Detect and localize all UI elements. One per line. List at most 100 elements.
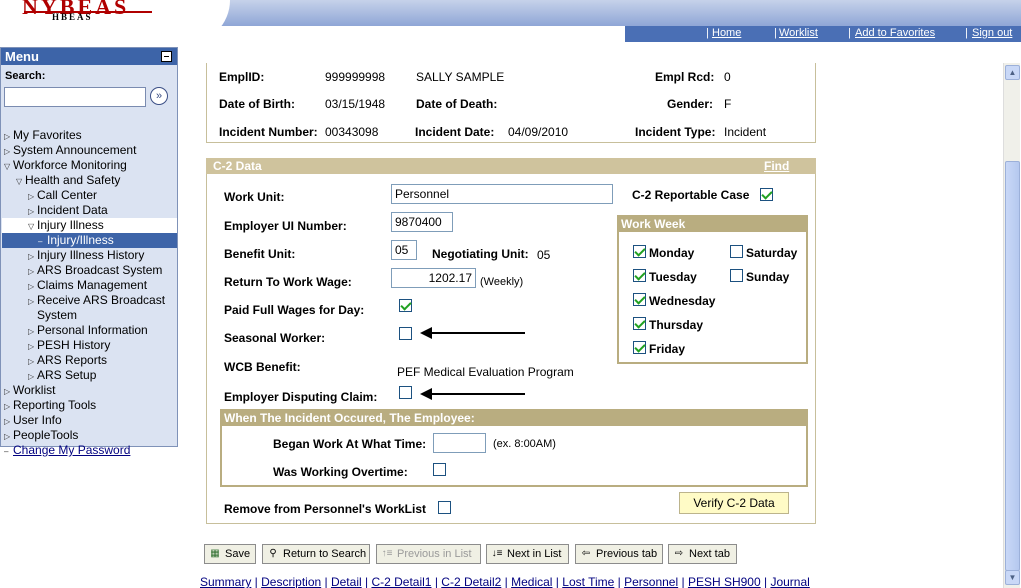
menu-item-injury-illness[interactable]: – Injury/Illness xyxy=(2,233,177,248)
menu-item-receive-ars-broadcast[interactable]: ▷ Receive ARS Broadcast xyxy=(28,293,165,308)
monday-checkbox[interactable] xyxy=(633,245,646,258)
work-unit-input[interactable]: Personnel xyxy=(391,184,613,204)
menu-item-incident-data[interactable]: ▷ Incident Data xyxy=(28,203,108,218)
saturday-checkbox[interactable] xyxy=(730,245,743,258)
tab-separator: | xyxy=(251,575,262,588)
menu-item-workforce-monitoring[interactable]: ▽ Workforce Monitoring xyxy=(4,158,127,173)
incident-date-label: Incident Date: xyxy=(415,125,495,139)
menu-item-label: System xyxy=(37,308,78,322)
benefit-unit-input[interactable]: 05 xyxy=(391,240,417,260)
tab-separator: | xyxy=(361,575,372,588)
incident-type-label: Incident Type: xyxy=(635,125,716,139)
menu-item-change-my-password[interactable]: – Change My Password xyxy=(4,443,130,458)
menu-item-claims-management[interactable]: ▷ Claims Management xyxy=(28,278,147,293)
previous-in-list-button[interactable]: ↑≡ Previous in List xyxy=(376,544,481,564)
began-work-input[interactable] xyxy=(433,433,486,453)
menu-item-label: System Announcement xyxy=(13,143,137,157)
nybeas-logo: NYBEAS HBEAS xyxy=(22,0,154,30)
previous-tab-button[interactable]: ⇦ Previous tab xyxy=(575,544,663,564)
nav-separator: | xyxy=(848,27,851,39)
menu-item-system-announcement[interactable]: ▷ System Announcement xyxy=(4,143,136,158)
search-input[interactable] xyxy=(4,87,146,107)
thursday-checkbox[interactable] xyxy=(633,317,646,330)
search-icon: ⚲ xyxy=(269,548,277,559)
find-link[interactable]: Find xyxy=(764,159,789,173)
next-tab-button[interactable]: ⇨ Next tab xyxy=(668,544,737,564)
tab-summary[interactable]: Summary xyxy=(200,575,251,588)
menu-item-call-center[interactable]: ▷ Call Center xyxy=(28,188,97,203)
seasonal-worker-checkbox[interactable] xyxy=(399,327,412,340)
menu-item-label: Injury Illness xyxy=(37,218,104,232)
tab-personnel[interactable]: Personnel xyxy=(624,575,678,588)
menu-item-my-favorites[interactable]: ▷ My Favorites xyxy=(4,128,82,143)
page-tabs: Summary | Description | Detail | C-2 Det… xyxy=(200,575,810,588)
nav-home-link[interactable]: Home xyxy=(712,27,741,39)
rtw-wage-unit: (Weekly) xyxy=(480,276,524,288)
menu-item-ars-setup[interactable]: ▷ ARS Setup xyxy=(28,368,96,383)
rtw-wage-input[interactable]: 1202.17 xyxy=(391,268,476,288)
menu-item-label: Call Center xyxy=(37,188,98,202)
previous-in-list-label: Previous in List xyxy=(397,548,472,560)
dash-icon: – xyxy=(38,237,43,246)
employer-disputing-checkbox[interactable] xyxy=(399,386,412,399)
triangle-right-icon: ▷ xyxy=(4,132,11,141)
tab-medical[interactable]: Medical xyxy=(511,575,552,588)
double-chevron-right-icon[interactable]: » xyxy=(150,87,168,105)
menu-item-user-info[interactable]: ▷ User Info xyxy=(4,413,62,428)
menu-item-label: Reporting Tools xyxy=(13,398,97,412)
friday-checkbox[interactable] xyxy=(633,341,646,354)
return-to-search-button[interactable]: ⚲ Return to Search xyxy=(262,544,370,564)
tab-c-2-detail2[interactable]: C-2 Detail2 xyxy=(441,575,501,588)
menu-item-peopletools[interactable]: ▷ PeopleTools xyxy=(4,428,78,443)
menu-item-worklist[interactable]: ▷ Worklist xyxy=(4,383,55,398)
header-banner xyxy=(190,0,1021,26)
vertical-scrollbar[interactable]: ▲ ▼ xyxy=(1003,63,1020,588)
nav-sign-out-link[interactable]: Sign out xyxy=(972,27,1012,39)
scroll-thumb[interactable] xyxy=(1005,161,1020,571)
menu-item-injury-illness[interactable]: ▽ Injury Illness xyxy=(2,218,177,233)
menu-item-pesh-history[interactable]: ▷ PESH History xyxy=(28,338,110,353)
incident-date-value: 04/09/2010 xyxy=(508,125,569,139)
next-in-list-button[interactable]: ↓≡ Next in List xyxy=(486,544,569,564)
sunday-checkbox[interactable] xyxy=(730,269,743,282)
work-unit-label: Work Unit: xyxy=(224,190,285,204)
paid-full-checkbox[interactable] xyxy=(399,299,412,312)
tab-lost-time[interactable]: Lost Time xyxy=(562,575,614,588)
employer-disputing-label: Employer Disputing Claim: xyxy=(224,390,378,404)
triangle-right-icon: ▷ xyxy=(28,252,35,261)
menu-item-label: Injury/Illness xyxy=(47,233,114,247)
nav-worklist-link[interactable]: Worklist xyxy=(779,27,818,39)
tab-pesh-sh900[interactable]: PESH SH900 xyxy=(688,575,761,588)
menu-item-injury-illness-history[interactable]: ▷ Injury Illness History xyxy=(28,248,144,263)
save-button[interactable]: ▦ Save xyxy=(204,544,256,564)
menu-item-label: Receive ARS Broadcast xyxy=(37,293,166,307)
nav-add-favorites-link[interactable]: Add to Favorites xyxy=(855,27,935,39)
menu-item-ars-broadcast-system[interactable]: ▷ ARS Broadcast System xyxy=(28,263,162,278)
triangle-right-icon: ▷ xyxy=(4,417,11,426)
friday-label: Friday xyxy=(649,342,686,356)
triangle-right-icon: ▷ xyxy=(28,297,35,306)
scroll-up-icon[interactable]: ▲ xyxy=(1005,65,1020,80)
minimize-icon[interactable] xyxy=(161,51,172,62)
tab-c-2-detail1[interactable]: C-2 Detail1 xyxy=(371,575,431,588)
c2-reportable-checkbox[interactable] xyxy=(760,188,773,201)
menu-item-personal-information[interactable]: ▷ Personal Information xyxy=(28,323,148,338)
verify-c2-button[interactable]: Verify C-2 Data xyxy=(679,492,789,514)
menu-item-system[interactable]: System xyxy=(37,308,77,323)
menu-item-health-and-safety[interactable]: ▽ Health and Safety xyxy=(16,173,120,188)
overtime-checkbox[interactable] xyxy=(433,463,446,476)
tab-detail[interactable]: Detail xyxy=(331,575,362,588)
tuesday-checkbox[interactable] xyxy=(633,269,646,282)
tab-journal[interactable]: Journal xyxy=(770,575,809,588)
tab-description[interactable]: Description xyxy=(261,575,321,588)
wednesday-checkbox[interactable] xyxy=(633,293,646,306)
menu-item-label: Workforce Monitoring xyxy=(13,158,127,172)
scroll-down-icon[interactable]: ▼ xyxy=(1005,570,1020,585)
employer-ui-input[interactable]: 9870400 xyxy=(391,212,453,232)
remove-worklist-label: Remove from Personnel's WorkList xyxy=(224,502,427,516)
remove-worklist-checkbox[interactable] xyxy=(438,501,451,514)
menu-item-ars-reports[interactable]: ▷ ARS Reports xyxy=(28,353,107,368)
menu-item-reporting-tools[interactable]: ▷ Reporting Tools xyxy=(4,398,96,413)
nav-separator: | xyxy=(706,27,709,39)
triangle-right-icon: ▷ xyxy=(28,327,35,336)
